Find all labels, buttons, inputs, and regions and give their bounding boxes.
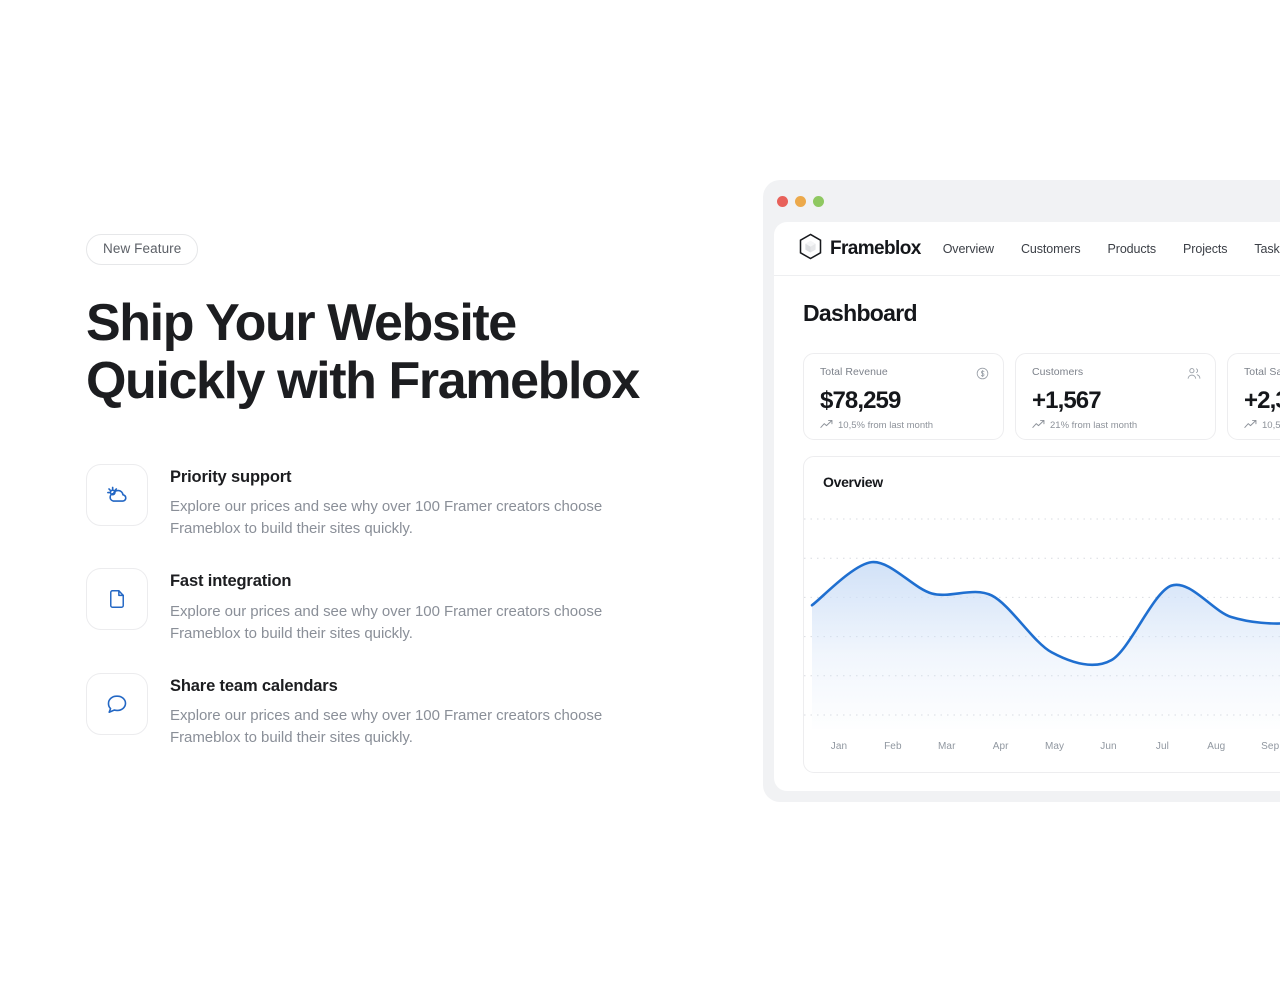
chart-x-tick: Feb xyxy=(884,741,902,752)
feature-icon-box xyxy=(86,463,148,526)
feature-description: Explore our prices and see why over 100 … xyxy=(170,498,603,538)
feature-description: Explore our prices and see why over 100 … xyxy=(170,602,603,642)
page-title: Ship Your Website Quickly with Frameblox xyxy=(86,294,646,410)
feature-title: Fast integration xyxy=(170,572,292,591)
stat-delta-text: 21% from last month xyxy=(1050,419,1138,431)
stat-card-header: Total Revenue xyxy=(820,366,989,385)
app-window-body: Frameblox Overview Customers Products Pr… xyxy=(774,222,1280,791)
nav-item-customers[interactable]: Customers xyxy=(1021,242,1081,256)
feature-item-fast-integration: Fast integration Explore our prices and … xyxy=(86,568,646,645)
chart-x-tick: Apr xyxy=(992,741,1009,752)
chart-x-tick: Mar xyxy=(938,741,956,752)
stat-value: $78,259 xyxy=(820,387,901,414)
app-window-mockup: Frameblox Overview Customers Products Pr… xyxy=(763,180,1280,802)
hero-section: New Feature Ship Your Website Quickly wi… xyxy=(86,234,646,749)
overview-area-chart xyxy=(804,501,1280,729)
feature-icon-box xyxy=(86,672,148,735)
dashboard-title: Dashboard xyxy=(803,300,918,326)
window-minimize-button[interactable] xyxy=(795,195,806,207)
window-close-button[interactable] xyxy=(777,195,788,207)
chart-x-tick: May xyxy=(1044,741,1065,752)
chart-x-tick: Jul xyxy=(1155,741,1169,752)
overview-chart-card: Overview JanFebMarAprMayJunJulAugSepOct xyxy=(803,456,1280,773)
chart-x-tick: Jun xyxy=(1100,741,1117,752)
feature-title: Share team calendars xyxy=(170,676,338,695)
stat-value: +1,567 xyxy=(1032,387,1102,414)
chart-area-fill xyxy=(812,562,1280,729)
feature-text: Fast integration Explore our prices and … xyxy=(170,568,610,645)
stat-label: Total Revenue xyxy=(820,366,888,378)
trending-up-icon xyxy=(1244,419,1257,432)
nav-item-overview[interactable]: Overview xyxy=(943,242,994,256)
brand-logo[interactable]: Frameblox xyxy=(798,233,921,265)
stat-delta-text: 10,5% from last month xyxy=(838,419,934,431)
sun-cloud-icon xyxy=(104,482,130,508)
trending-up-icon xyxy=(1032,419,1045,432)
stat-card-header: Customers xyxy=(1032,366,1201,385)
dollar-circle-icon xyxy=(976,367,989,385)
users-icon xyxy=(1187,367,1201,385)
stat-value: +2,3 xyxy=(1244,387,1280,414)
nav-item-projects[interactable]: Projects xyxy=(1183,242,1227,256)
hero-title-line-1: Ship Your Website xyxy=(86,293,517,352)
feature-title: Priority support xyxy=(170,467,292,486)
trending-up-icon xyxy=(820,419,833,432)
chart-x-tick: Aug xyxy=(1207,741,1226,752)
nav-item-tasks[interactable]: Tasks xyxy=(1254,242,1280,256)
hexagon-cube-logo-icon xyxy=(798,233,823,265)
nav-item-products[interactable]: Products xyxy=(1108,242,1157,256)
stat-delta: 10,5% xyxy=(1244,419,1280,432)
chart-title: Overview xyxy=(823,474,883,490)
feature-list: Priority support Explore our prices and … xyxy=(86,463,646,750)
nav-links: Overview Customers Products Projects Tas… xyxy=(943,242,1280,256)
landing-page: New Feature Ship Your Website Quickly wi… xyxy=(0,0,1280,1000)
window-maximize-button[interactable] xyxy=(813,195,824,207)
brand-name: Frameblox xyxy=(830,237,921,259)
app-navbar: Frameblox Overview Customers Products Pr… xyxy=(774,222,1280,276)
stat-delta: 10,5% from last month xyxy=(820,419,989,432)
stat-delta-text: 10,5% xyxy=(1262,419,1280,431)
window-titlebar xyxy=(763,180,1280,222)
feature-item-share-team-calendars: Share team calendars Explore our prices … xyxy=(86,672,646,750)
stat-delta: 21% from last month xyxy=(1032,419,1201,432)
stat-label: Customers xyxy=(1032,366,1084,378)
chat-bubble-icon xyxy=(105,692,129,716)
stat-card-total-sales: Total Sales +2,3 xyxy=(1227,353,1280,440)
stat-card-total-revenue: Total Revenue $78,259 10,5% from last mo… xyxy=(803,353,1004,440)
stat-card-customers: Customers +1,567 21% from last month xyxy=(1015,353,1216,440)
feature-item-priority-support: Priority support Explore our prices and … xyxy=(86,463,646,541)
feature-description: Explore our prices and see why over 100 … xyxy=(170,707,603,747)
feature-icon-box xyxy=(86,568,148,631)
feature-text: Priority support Explore our prices and … xyxy=(170,464,610,541)
new-feature-badge: New Feature xyxy=(86,234,199,265)
stat-card-row: Total Revenue $78,259 10,5% from last mo… xyxy=(803,353,1280,440)
chart-x-tick: Jan xyxy=(830,741,848,752)
chart-x-axis: JanFebMarAprMayJunJulAugSepOct xyxy=(804,741,1280,752)
stat-card-header: Total Sales xyxy=(1244,366,1280,385)
chart-x-tick: Sep xyxy=(1261,741,1280,752)
file-icon xyxy=(106,588,128,610)
feature-text: Share team calendars Explore our prices … xyxy=(170,673,610,750)
stat-label: Total Sales xyxy=(1244,366,1280,378)
hero-title-line-2: Quickly with Frameblox xyxy=(86,351,640,410)
dashboard-content: Dashboard Total Revenue $78,259 10,5% fr… xyxy=(774,276,1280,773)
